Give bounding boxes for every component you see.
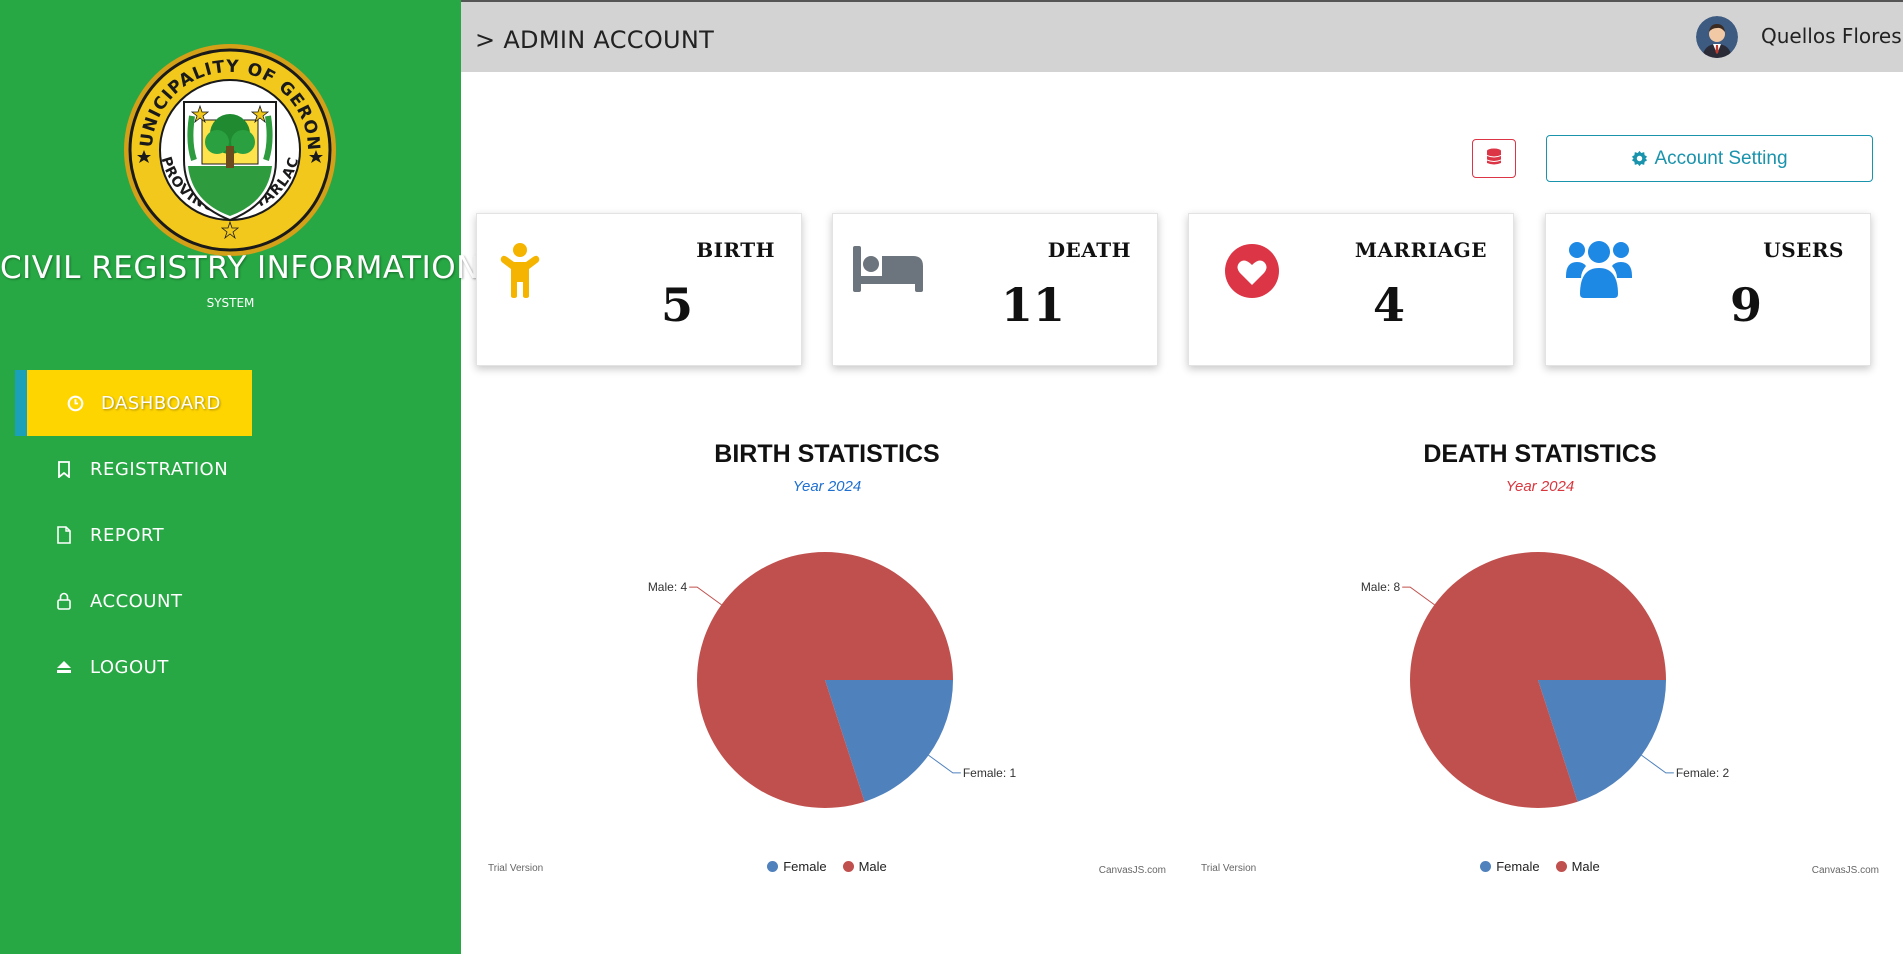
heart-icon [1225, 244, 1295, 308]
clock-icon [65, 393, 85, 413]
pie-plot: Female: 1 Male: 4 [648, 552, 1017, 808]
label-leader-line [1641, 754, 1674, 774]
users-card[interactable]: USERS 9 [1545, 213, 1871, 366]
label-leader-line [689, 586, 722, 606]
pie-plot: Female: 2 Male: 8 [1361, 552, 1730, 808]
database-icon [1486, 148, 1502, 169]
sidebar-item-report[interactable]: REPORT [0, 502, 461, 568]
birth-card[interactable]: BIRTH 5 [476, 213, 802, 366]
legend-item-male[interactable]: Male [842, 859, 887, 874]
pie-data-label: Female: 2 [1676, 766, 1730, 780]
sidebar-item-logout[interactable]: LOGOUT [0, 634, 461, 700]
page-title: > ADMIN ACCOUNT [475, 26, 715, 54]
sidebar: MUNICIPALITY OF GERONA PROVINCE OF TARLA… [0, 0, 480, 954]
legend-label: Male [858, 859, 887, 874]
canvasjs-credit-link[interactable]: CanvasJS.com [1812, 865, 1879, 876]
database-backup-button[interactable] [1472, 139, 1516, 178]
legend-swatch [1555, 861, 1567, 872]
legend-label: Female [783, 859, 827, 874]
legend-label: Male [1571, 859, 1600, 874]
legend-item-female[interactable]: Female [767, 859, 827, 874]
lock-icon [54, 591, 74, 611]
legend-swatch [1480, 861, 1492, 872]
sidebar-item-label: REPORT [90, 524, 165, 546]
user-name[interactable]: Quellos Flores [1761, 24, 1902, 48]
top-bar: > ADMIN ACCOUNT Quellos Flores [461, 0, 1903, 72]
sidebar-item-registration[interactable]: REGISTRATION [0, 436, 461, 502]
label-leader-line [1402, 586, 1435, 606]
app-root: MUNICIPALITY OF GERONA PROVINCE OF TARLA… [0, 0, 1903, 954]
bed-icon [853, 246, 923, 310]
legend-item-female[interactable]: Female [1480, 859, 1540, 874]
sidebar-item-dashboard[interactable]: DASHBOARD [15, 370, 252, 436]
trial-watermark: Trial Version [488, 863, 544, 874]
sidebar-item-account[interactable]: ACCOUNT [0, 568, 461, 634]
pie-data-label: Female: 1 [963, 766, 1017, 780]
brand-subtitle: SYSTEM [206, 296, 255, 310]
bookmark-icon [54, 459, 74, 479]
card-label: MARRIAGE [1354, 238, 1487, 262]
chart-legend: Female Male [1185, 859, 1895, 874]
card-value: 5 [660, 278, 693, 332]
municipality-seal-logo: MUNICIPALITY OF GERONA PROVINCE OF TARLA… [113, 27, 338, 258]
card-value: 9 [1729, 278, 1762, 332]
legend-swatch [767, 861, 779, 872]
user-avatar[interactable] [1696, 16, 1738, 58]
marriage-card[interactable]: MARRIAGE 4 [1188, 213, 1514, 366]
death-statistics-chart: DEATH STATISTICS Year 2024 Female: 2 Male… [1185, 430, 1895, 880]
gear-icon [1631, 150, 1648, 167]
sidebar-item-label: DASHBOARD [101, 392, 221, 414]
death-card[interactable]: DEATH 11 [832, 213, 1158, 366]
sidebar-item-label: LOGOUT [90, 656, 169, 678]
file-icon [54, 525, 74, 545]
card-value: 4 [1372, 278, 1405, 332]
account-setting-label: Account Setting [1654, 147, 1788, 169]
card-label: BIRTH [696, 238, 775, 262]
child-icon [497, 242, 567, 306]
card-label: USERS [1763, 238, 1844, 262]
brand-title: CIVIL REGISTRY INFORMATION [0, 250, 480, 286]
sidebar-item-label: ACCOUNT [90, 590, 183, 612]
users-icon [1566, 236, 1636, 300]
pie-data-label: Male: 8 [1361, 580, 1401, 594]
account-setting-button[interactable]: Account Setting [1546, 135, 1873, 182]
birth-statistics-chart: BIRTH STATISTICS Year 2024 Female: 1 Male… [472, 430, 1182, 880]
trial-watermark: Trial Version [1201, 863, 1257, 874]
legend-item-male[interactable]: Male [1555, 859, 1600, 874]
label-leader-line [928, 754, 961, 774]
chart-legend: Female Male [472, 859, 1182, 874]
sidebar-nav: DASHBOARD REGISTRATION REPORT ACCOUNT LO… [0, 370, 461, 700]
card-label: DEATH [1047, 238, 1131, 262]
card-value: 11 [1000, 278, 1065, 332]
canvasjs-credit-link[interactable]: CanvasJS.com [1099, 865, 1166, 876]
legend-swatch [842, 861, 854, 872]
eject-icon [54, 657, 74, 677]
sidebar-item-label: REGISTRATION [90, 458, 229, 480]
pie-data-label: Male: 4 [648, 580, 688, 594]
legend-label: Female [1496, 859, 1540, 874]
